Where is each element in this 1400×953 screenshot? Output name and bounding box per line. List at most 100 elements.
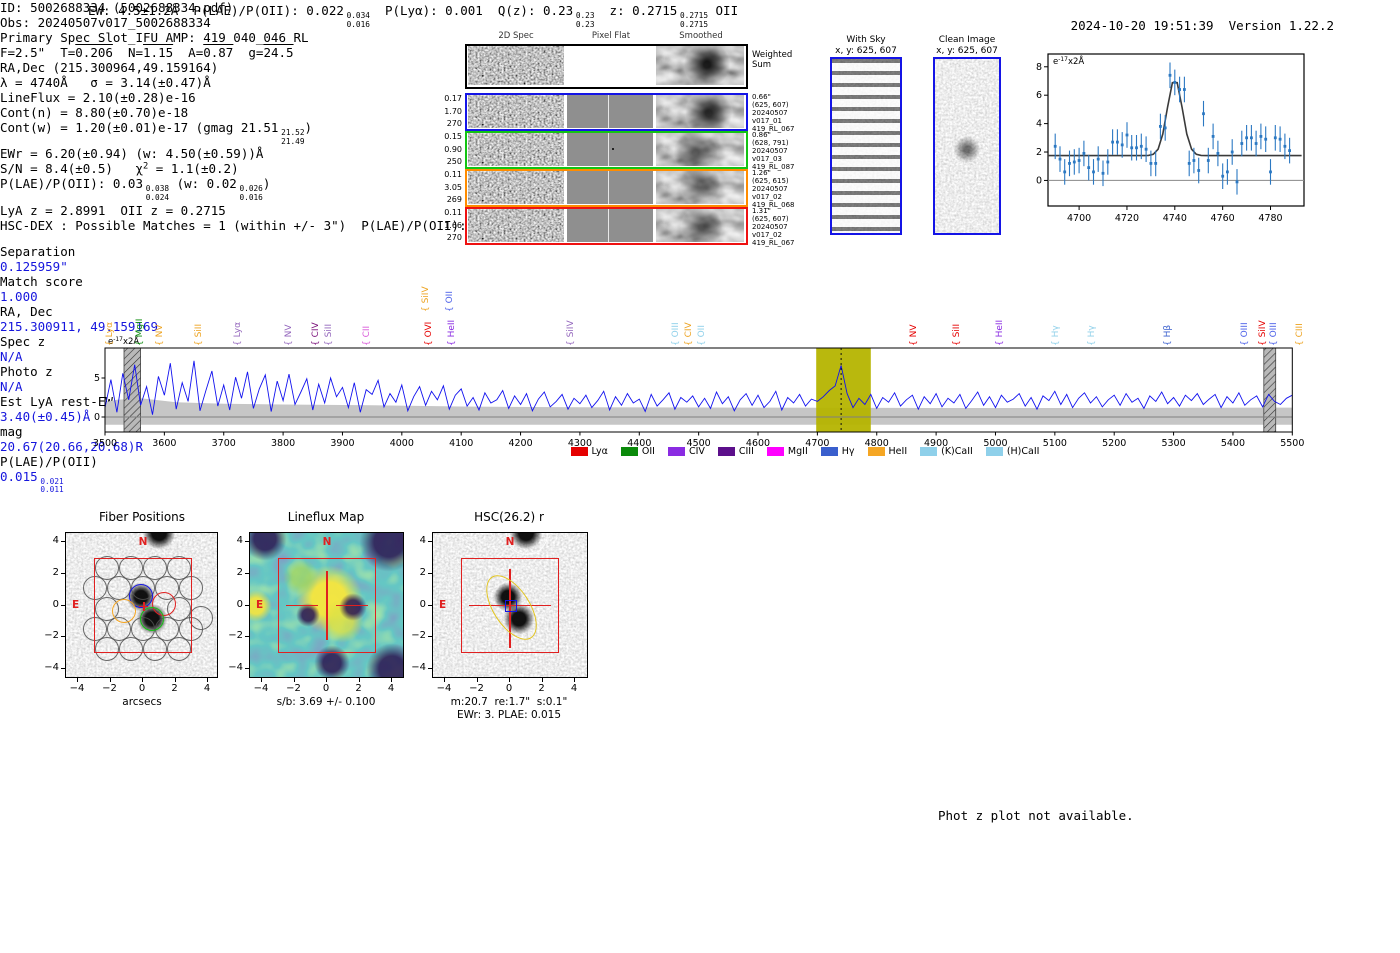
- svg-text:3800: 3800: [271, 438, 295, 449]
- panel-xlabel2-hsc: EWr: 3. PLAE: 0.015: [456, 709, 562, 721]
- text-segment: ): [304, 120, 313, 135]
- text-segment: P(LAE)/P(OII): 0.03: [0, 176, 143, 192]
- panel-ytick: [245, 636, 249, 638]
- smoothed-blob: [656, 209, 744, 242]
- match-row-label: RA, Dec: [0, 303, 53, 319]
- panel-xtick-label: 2: [355, 683, 362, 694]
- cutout-row-left-label: 269: [446, 195, 462, 204]
- fraction-value: 0.038 0.024: [145, 184, 170, 202]
- match-row-value: 0.125959": [0, 259, 1400, 274]
- panel-xlabel-hsc: m:20.7 re:1.7" s:0.1": [450, 696, 568, 708]
- spectral-line-label: { NV: [908, 324, 919, 346]
- spectral-line-label: { SiIV: [1257, 320, 1268, 346]
- text-segment: LyA z = 2.8991 OII z = 0.2715: [0, 202, 226, 218]
- panel-xtick-label: 4: [203, 683, 211, 694]
- text-segment: z: 0.2715: [594, 3, 678, 18]
- north-label: N: [138, 536, 148, 548]
- aperture-rect: [94, 557, 192, 654]
- cutout-column-title: 2D Spec: [498, 31, 534, 41]
- panel-xtick: [109, 678, 111, 682]
- text-segment: 0.015: [0, 468, 38, 484]
- panel-xtick: [574, 678, 575, 682]
- text-segment: (w: 0.02: [169, 176, 237, 192]
- sky-stripes: [832, 59, 900, 233]
- text-segment: LineFlux = 2.10(±0.28)e-16: [0, 90, 196, 105]
- east-label: E: [72, 598, 80, 611]
- cutout-row-left-label: 0.11: [444, 208, 462, 217]
- panel-xtick: [509, 678, 510, 682]
- legend-swatch: [766, 447, 784, 456]
- header-timestamp-version: 2024-10-20 19:51:39 Version 1.22.2: [1040, 3, 1334, 48]
- cutout-row-left-label: 270: [446, 119, 462, 128]
- cutout-smoothed-image: [656, 46, 744, 85]
- spectral-line-label: { SiII: [951, 323, 962, 346]
- cutout-row: [465, 207, 748, 245]
- fraction-value: 0.034 0.016: [346, 10, 370, 29]
- legend-item: MgII: [766, 446, 808, 457]
- cutout-row-left-label: 270: [446, 233, 462, 242]
- legend-swatch: [820, 447, 838, 456]
- cutout-row-left-label: 3.05: [444, 182, 462, 192]
- cutout-pixelflat-image: [567, 209, 653, 242]
- cutout-row-left-label: 0.15: [444, 132, 462, 141]
- spectral-line-label: { CIII: [1294, 323, 1305, 346]
- noise-texture: [468, 209, 564, 242]
- text-segment: OII: [708, 3, 739, 18]
- cutout-2dspec-image: [468, 133, 564, 166]
- text-segment: Cont(n) = 8.80(±0.70)e-18: [0, 105, 189, 120]
- panel-ytick: [61, 604, 65, 606]
- panel-ytick-label: −4: [44, 662, 59, 673]
- fraction-value: 21.52 21.49: [281, 127, 305, 146]
- cutout-row-right-label: v017_02: [752, 230, 782, 239]
- cutout-row-right-label: 0.86": [752, 131, 771, 139]
- aperture-rect: [461, 557, 559, 654]
- smoothed-blob: [656, 133, 744, 166]
- cutout-smoothed-image: [656, 209, 744, 242]
- north-label: N: [505, 536, 515, 548]
- legend-swatch: [717, 447, 735, 456]
- panel-ytick: [245, 541, 249, 542]
- panel-ytick: [428, 604, 432, 606]
- cutout-smoothed-image: [656, 171, 744, 204]
- panel-ytick-label: 0: [419, 598, 426, 610]
- spectral-line-label: { HeII: [994, 319, 1005, 346]
- text-segment: -17: [1058, 56, 1068, 63]
- panel-ytick-label: −2: [44, 630, 59, 642]
- panel-xtick-label: −4: [253, 683, 269, 694]
- panel-ytick-label: 2: [419, 566, 426, 578]
- cutout-row-left-label: 250: [446, 157, 462, 166]
- panel-xtick: [174, 678, 176, 682]
- linefit-unit-label: e-17x2Å: [1051, 56, 1087, 67]
- svg-text:3900: 3900: [330, 438, 354, 449]
- noise-texture: [468, 95, 564, 128]
- svg-text:4740: 4740: [1163, 213, 1187, 224]
- panel-xtick: [444, 678, 445, 682]
- panel-ytick: [61, 636, 65, 638]
- panel-xtick-label: −4: [436, 683, 452, 694]
- panel-xtick: [391, 678, 392, 682]
- spectral-line-label: { SiII: [193, 323, 204, 346]
- text-segment: x2Å: [1067, 56, 1085, 67]
- pixelflat-line: [608, 95, 610, 128]
- panel-title-lineflux: Lineflux Map: [287, 510, 365, 524]
- spectral-line-label: { OIII: [1240, 322, 1251, 346]
- text-segment: F=2.5" T=: [0, 45, 76, 60]
- panel-ytick-label: −2: [228, 630, 243, 642]
- legend-swatch: [867, 447, 885, 456]
- cutout-row-right-label: 1.31": [752, 207, 771, 215]
- photz-note: Phot z plot not available.: [938, 808, 1134, 823]
- spectral-line-label: { NV: [283, 324, 294, 346]
- panel-xtick-label: 0: [138, 683, 146, 694]
- legend-label: CIV: [688, 446, 705, 457]
- cutout-row: [465, 93, 748, 131]
- cutout-row-right-label: 1.26": [752, 169, 771, 177]
- panel-xtick-label: −2: [469, 683, 484, 694]
- north-label: N: [322, 536, 332, 548]
- cutout-2dspec-image: [468, 95, 564, 128]
- fiber-cutout-image-clean: [933, 57, 1001, 235]
- fiber-cutout-title: With Sky: [846, 35, 886, 45]
- version-label: Version 1.22.2: [1228, 18, 1334, 33]
- panel-xtick: [476, 678, 478, 682]
- fiber-cutout-title: Clean Image: [938, 35, 996, 45]
- cutout-row-right-label: v017_01: [752, 116, 782, 125]
